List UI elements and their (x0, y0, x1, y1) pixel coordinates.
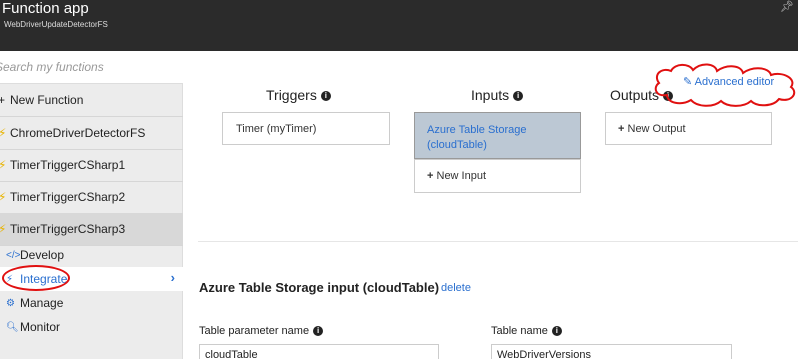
trigger-label: Timer (myTimer) (236, 123, 317, 135)
code-icon: </> (6, 249, 21, 261)
table-parameter-value: cloudTable (205, 349, 258, 359)
pin-icon[interactable]: 📌︎ (780, 0, 794, 13)
divider (198, 241, 798, 242)
function-item-chromedriverdetectorfs[interactable]: ⚡︎ ChromeDriverDetectorFS (0, 117, 183, 150)
chevron-right-icon: › (170, 270, 175, 285)
sidebar-item-label: TimerTriggerCSharp3 (10, 222, 126, 236)
bolt-icon: ⚡︎ (0, 222, 7, 236)
gear-icon: ⚙︎ (6, 297, 15, 309)
table-name-value: WebDriverVersions (497, 349, 591, 359)
table-name-input[interactable]: WebDriverVersions (491, 344, 732, 359)
plus-icon: + (427, 170, 434, 182)
sidebar-item-label: TimerTriggerCSharp2 (10, 190, 126, 204)
search-input[interactable] (0, 51, 183, 83)
subitem-manage[interactable]: ⚙︎ Manage (0, 291, 183, 315)
main-panel: Triggers i Inputs i Outputs i ✎ Advanced ed… (184, 51, 798, 359)
subitem-label: Develop (20, 248, 65, 262)
new-output-button[interactable]: + New Output (605, 112, 772, 145)
new-output-label: New Output (627, 123, 686, 135)
info-icon[interactable]: i (313, 326, 324, 337)
search-box[interactable] (0, 51, 183, 84)
table-parameter-name-label: Table parameter name i (199, 325, 324, 337)
subitem-label: Manage (20, 296, 64, 310)
table-name-label: Table name i (491, 325, 562, 337)
bolt-icon: ⚡︎ (0, 126, 7, 140)
triggers-title: Triggers (266, 87, 317, 103)
inputs-heading: Inputs i (471, 87, 524, 103)
subitem-monitor[interactable]: 🔍︎ Monitor (0, 315, 183, 339)
sidebar-item-label: TimerTriggerCSharp1 (10, 158, 126, 172)
input-label: Azure Table Storage (cloudTable) (427, 124, 527, 151)
subitem-label: Monitor (20, 320, 61, 334)
table-name-label-text: Table name (491, 325, 548, 337)
new-input-label: New Input (436, 170, 487, 182)
section-title: Azure Table Storage input (cloudTable) (199, 280, 440, 295)
inputs-title: Inputs (471, 87, 510, 103)
triggers-heading: Triggers i (266, 87, 331, 103)
app-subtitle: WebDriverUpdateDetectorFS (4, 20, 108, 29)
table-parameter-label-text: Table parameter name (199, 325, 310, 337)
app-title: Function app (2, 0, 89, 17)
subitem-develop[interactable]: </> Develop (0, 243, 183, 267)
info-icon[interactable]: i (320, 91, 331, 102)
search-icon: 🔍︎ (6, 321, 19, 333)
edit-icon: ✎ (683, 76, 693, 88)
bolt-icon: ⚡︎ (0, 190, 7, 204)
annotation-ellipse (2, 265, 70, 291)
bolt-icon: ⚡︎ (0, 158, 7, 172)
app-header: Function app WebDriverUpdateDetectorFS 📌… (0, 0, 798, 51)
advanced-editor-link[interactable]: ✎ Advanced editor (683, 75, 774, 88)
trigger-timer-box[interactable]: Timer (myTimer) (222, 112, 390, 145)
info-icon[interactable]: i (513, 91, 524, 102)
function-item-timertriggercsharp3[interactable]: ⚡︎ TimerTriggerCSharp3 (0, 213, 183, 246)
sidebar-item-label: New Function (10, 93, 84, 107)
plus-icon: + (0, 93, 6, 107)
table-parameter-name-input[interactable]: cloudTable (199, 344, 439, 359)
sidebar-item-label: ChromeDriverDetectorFS (10, 126, 146, 140)
function-item-timertriggercsharp2[interactable]: ⚡︎ TimerTriggerCSharp2 (0, 181, 183, 214)
advanced-editor-label: Advanced editor (694, 76, 775, 88)
plus-icon: + (618, 123, 625, 135)
function-item-timertriggercsharp1[interactable]: ⚡︎ TimerTriggerCSharp1 (0, 149, 183, 182)
delete-link[interactable]: delete (441, 282, 471, 294)
new-function-item[interactable]: + New Function (0, 84, 183, 117)
new-input-button[interactable]: + New Input (414, 159, 581, 193)
info-icon[interactable]: i (551, 326, 562, 337)
sidebar: + New Function ⚡︎ ChromeDriverDetectorFS… (0, 51, 183, 359)
input-azure-table-box[interactable]: Azure Table Storage (cloudTable) (414, 112, 581, 159)
